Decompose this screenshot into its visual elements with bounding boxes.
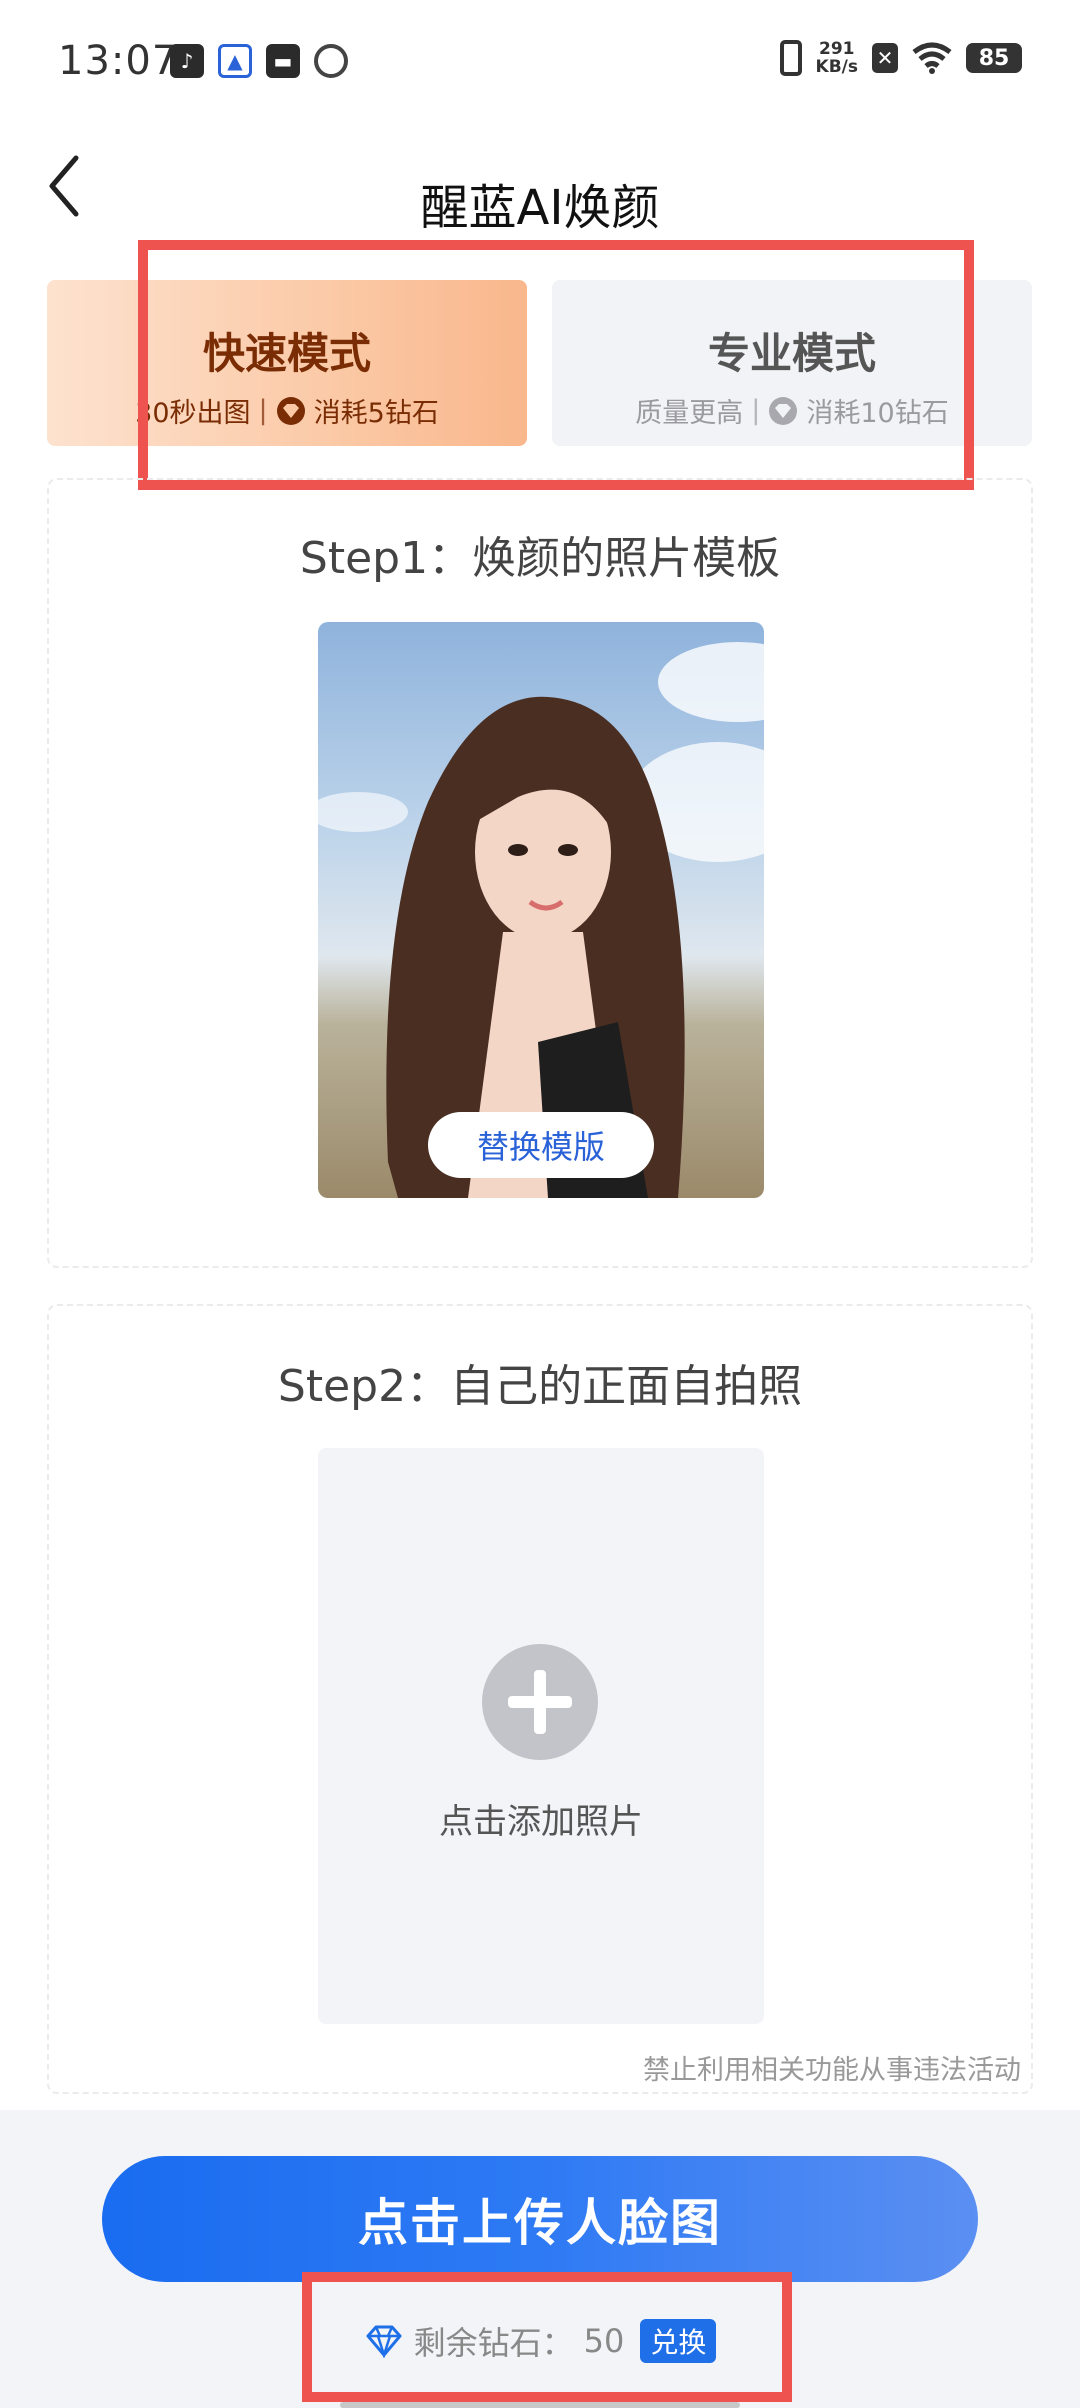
nav-bar: 醒蓝AI焕颜	[0, 130, 1080, 250]
ring-app-icon	[314, 44, 348, 78]
status-indicators: 291 KB/s ✕ 85	[779, 39, 1022, 77]
status-app-icons: ♪ ▲ ▬	[170, 44, 348, 78]
wifi-icon	[912, 42, 952, 74]
upload-face-button[interactable]: 点击上传人脸图	[102, 2156, 978, 2282]
status-time: 13:07	[58, 38, 179, 84]
tiktok-icon: ♪	[170, 44, 204, 78]
battery-indicator: 85	[966, 43, 1022, 73]
lock-app-icon: ▲	[218, 44, 252, 78]
highlight-box-modes	[138, 240, 974, 490]
network-speed: 291 KB/s	[815, 39, 858, 77]
step1-card: Step1：焕颜的照片模板 替换模版	[47, 478, 1033, 1268]
bag-icon: ▬	[266, 44, 300, 78]
add-photo-button[interactable]: 点击添加照片	[318, 1448, 764, 2024]
step1-title: Step1：焕颜的照片模板	[299, 533, 781, 584]
add-photo-label: 点击添加照片	[439, 1802, 643, 1842]
step2-card: Step2：自己的正面自拍照 点击添加照片 禁止利用相关功能从事违法活动	[47, 1304, 1033, 2094]
highlight-box-balance	[302, 2272, 792, 2402]
step2-title: Step2：自己的正面自拍照	[277, 1361, 803, 1412]
replace-template-button[interactable]: 替换模版	[428, 1112, 654, 1178]
status-bar: 13:07 ♪ ▲ ▬ 291 KB/s ✕ 85	[0, 0, 1080, 130]
page-title: 醒蓝AI焕颜	[420, 180, 660, 236]
template-photo[interactable]: 替换模版	[318, 622, 764, 1198]
plus-icon	[482, 1644, 598, 1760]
legal-notice: 禁止利用相关功能从事违法活动	[643, 2055, 1021, 2086]
vibrate-icon	[779, 40, 802, 76]
no-sim-icon: ✕	[872, 43, 898, 73]
home-indicator[interactable]	[340, 2402, 740, 2408]
